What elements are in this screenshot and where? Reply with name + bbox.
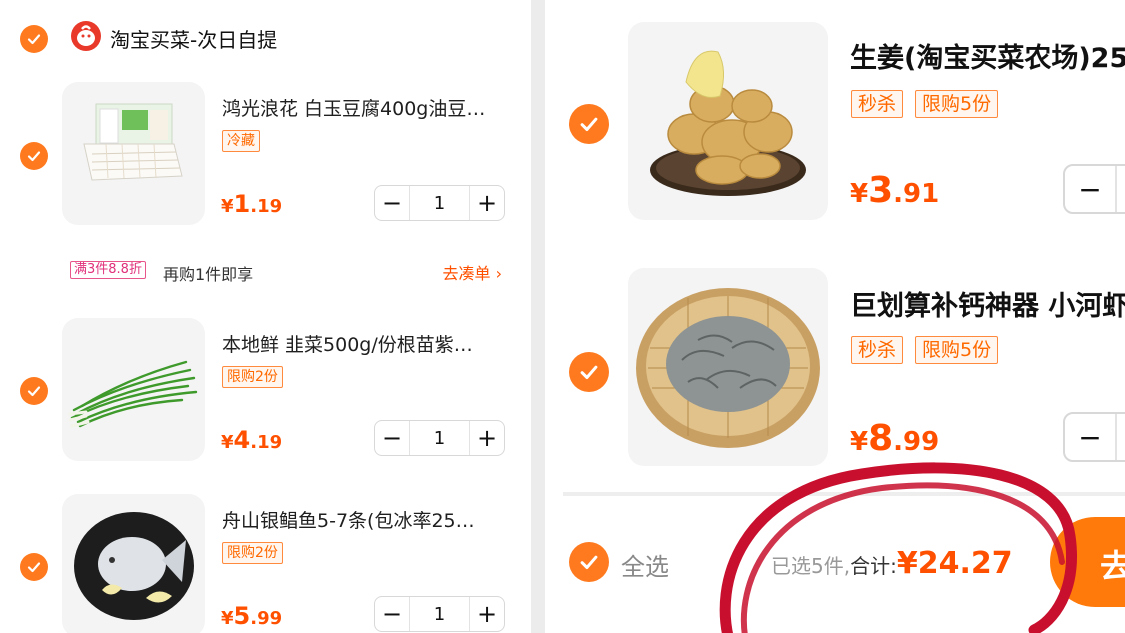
promo-text: 再购1件即享 [163,265,254,284]
check-icon [27,386,41,397]
quantity-value[interactable]: 1 [409,597,470,631]
item-checkbox[interactable] [569,104,609,144]
product-image-pomfret[interactable] [62,494,205,633]
quantity-value[interactable]: 1 [409,186,470,220]
promo-tag: 满3件8.8折 [70,261,146,279]
item-title[interactable]: 巨划算补钙神器 小河虾 [850,284,1125,323]
decrease-button[interactable]: − [375,597,409,631]
decrease-button[interactable]: − [1065,414,1117,460]
select-all-label[interactable]: 全选 [621,547,669,582]
item-price: ¥3.91 [850,170,939,211]
item-tag: 限购2份 [222,542,283,564]
product-image-ginger[interactable] [628,22,828,220]
item-title[interactable]: 生姜(淘宝买菜农场)25 [850,36,1125,75]
item-price: ¥4.19 [221,426,282,454]
product-image-shrimp[interactable] [628,268,828,466]
quantity-stepper: − [1063,412,1125,462]
price-integer: 3 [868,170,894,211]
price-decimal: .99 [893,427,940,457]
product-image-tofu[interactable] [62,82,205,225]
check-icon [27,151,41,162]
total-price: ¥24.27 [896,546,1013,581]
item-title[interactable]: 本地鲜 韭菜500g/份根苗紫… [222,330,512,357]
item-title[interactable]: 舟山银鲳鱼5-7条(包冰率25… [222,506,512,533]
decrease-button[interactable]: − [1065,166,1117,212]
store-select-checkbox[interactable] [20,25,48,53]
check-icon [580,365,598,380]
cart-summary: 已选5件,合计:¥24.27 [771,546,1013,581]
check-icon [580,555,598,570]
price-currency: ¥ [850,427,869,457]
item-tag: 限购5份 [915,90,999,118]
product-image-chives[interactable] [62,318,205,461]
price-decimal: .99 [250,608,283,629]
item-tag: 秒杀 [851,336,904,364]
quantity-value[interactable]: 1 [409,421,470,455]
checkout-button[interactable]: 去 [1050,517,1125,607]
price-integer: 1 [233,190,251,218]
store-logo-icon [71,21,101,51]
price-decimal: .91 [893,179,940,209]
cart-panel-left: 淘宝买菜-次日自提 鸿光浪花 白玉豆腐400g油豆… 冷藏 ¥1.19 − 1 … [0,0,531,633]
select-all-checkbox[interactable] [569,542,609,582]
decrease-button[interactable]: − [375,421,409,455]
item-checkbox[interactable] [20,142,48,170]
item-title[interactable]: 鸿光浪花 白玉豆腐400g油豆… [222,94,512,121]
cart-panel-right: 生姜(淘宝买菜农场)25 秒杀 限购5份 ¥3.91 − 巨划算补钙神器 小河虾… [545,0,1125,633]
quantity-stepper: − 1 + [374,596,505,632]
increase-button[interactable]: + [470,421,504,455]
store-name[interactable]: 淘宝买菜-次日自提 [110,24,277,53]
item-checkbox[interactable] [569,352,609,392]
item-price: ¥8.99 [850,418,939,459]
selected-count: 已选5件, [771,554,851,578]
decrease-button[interactable]: − [375,186,409,220]
increase-button[interactable]: + [470,597,504,631]
price-currency: ¥ [221,196,234,217]
promo-link[interactable]: 去凑单 › [443,260,503,284]
price-integer: 5 [233,602,251,630]
promo-bar: 满3件8.8折 再购1件即享 去凑单 › [70,259,510,284]
check-icon [27,562,41,573]
item-price: ¥1.19 [221,190,282,218]
item-tag: 秒杀 [851,90,904,118]
price-currency: ¥ [221,432,234,453]
item-checkbox[interactable] [20,553,48,581]
check-icon [27,34,41,45]
quantity-stepper: − 1 + [374,185,505,221]
price-currency: ¥ [221,608,234,629]
divider [563,492,1125,496]
item-tag: 冷藏 [222,130,260,152]
total-label: 合计: [850,554,897,578]
item-tag: 限购5份 [915,336,999,364]
increase-button[interactable]: + [470,186,504,220]
price-integer: 4 [233,426,251,454]
check-icon [580,117,598,132]
price-integer: 8 [868,418,894,459]
item-price: ¥5.99 [221,602,282,630]
item-tag: 限购2份 [222,366,283,388]
quantity-stepper: − 1 + [374,420,505,456]
quantity-stepper: − [1063,164,1125,214]
price-decimal: .19 [250,196,283,217]
item-checkbox[interactable] [20,377,48,405]
price-decimal: .19 [250,432,283,453]
price-currency: ¥ [850,179,869,209]
